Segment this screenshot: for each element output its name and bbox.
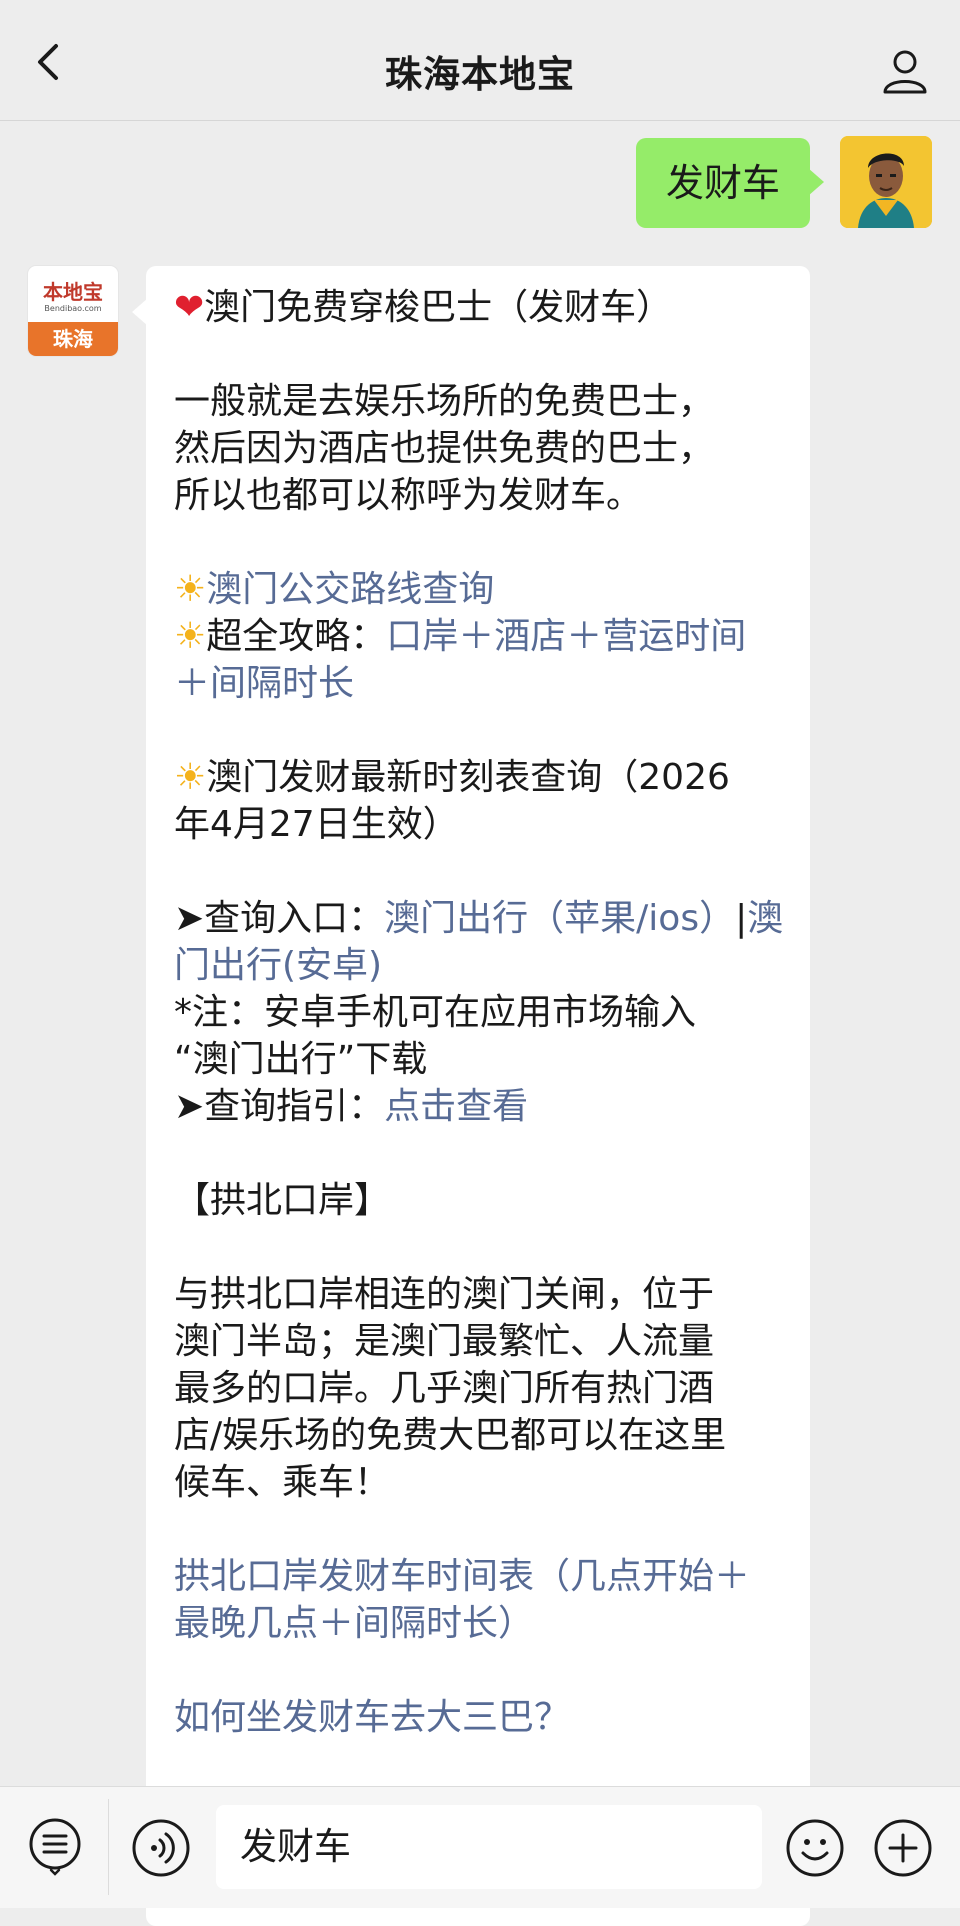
desc-line-2: 澳门半岛；是澳门最繁忙、人流量 — [174, 1321, 715, 1362]
schedule-line-1: ☀澳门发财最新时刻表查询（2026 — [174, 754, 794, 801]
desc-line-1: 与拱北口岸相连的澳门关闸，位于 — [174, 1274, 715, 1315]
plus-icon[interactable] — [872, 1817, 934, 1879]
section-title: 【拱北口岸】 — [174, 1180, 391, 1221]
reply-message-bubble: ❤澳门免费穿梭巴士（发财车） 一般就是去娱乐场所的免费巴士， 然后因为酒店也提供… — [132, 266, 810, 1926]
macau-travel-android-link[interactable]: 澳 — [747, 898, 783, 939]
reply-title: 澳门免费穿梭巴士（发财车） — [204, 287, 673, 328]
entry-separator: | — [735, 898, 748, 939]
entry-label: ➤查询入口： — [174, 898, 385, 939]
guide-link[interactable]: 口岸＋酒店＋营运时间 — [386, 616, 746, 657]
gongbei-timetable-link[interactable]: 拱北口岸发财车时间表（几点开始＋ — [174, 1556, 750, 1597]
schedule-text-1: 澳门发财最新时刻表查询（2026 — [206, 757, 730, 798]
guide-label: 超全攻略： — [206, 616, 387, 657]
official-account-avatar[interactable]: 本地宝 Bendibao.com 珠海 — [28, 266, 118, 356]
user-avatar-illustration — [840, 136, 932, 228]
page-title: 珠海本地宝 — [385, 53, 575, 96]
input-bar: 发财车 — [0, 1786, 960, 1908]
sun-icon: ☀ — [174, 757, 207, 798]
user-avatar[interactable] — [840, 136, 932, 228]
entry-line-cont: 门出行(安卓) — [174, 942, 794, 989]
gongbei-timetable-link-cont[interactable]: 最晚几点＋间隔时长） — [174, 1603, 534, 1644]
entry-line: ➤查询入口：澳门出行（苹果/ios）|澳 — [174, 895, 794, 942]
timetable-line-2: 最晚几点＋间隔时长） — [174, 1600, 794, 1647]
sanba-line: 如何坐发财车去大三巴？ — [174, 1694, 794, 1741]
guide-line-cont: ＋间隔时长 — [174, 660, 794, 707]
macau-travel-android-link-cont[interactable]: 门出行(安卓) — [174, 945, 382, 986]
message-input-value: 发财车 — [240, 1825, 351, 1868]
bus-route-query-link[interactable]: 澳门公交路线查询 — [206, 569, 494, 610]
avatar-logo-city: 珠海 — [28, 322, 118, 356]
note-line-1: *注：安卓手机可在应用市场输入 — [174, 992, 697, 1033]
reply-message-content: ❤澳门免费穿梭巴士（发财车） 一般就是去娱乐场所的免费巴士， 然后因为酒店也提供… — [174, 284, 794, 1741]
bus-query-line: ☀澳门公交路线查询 — [174, 566, 794, 613]
top-bar: 珠海本地宝 — [0, 0, 960, 121]
menu-list-icon[interactable] — [24, 1815, 86, 1877]
guide2-line: ➤查询指引：点击查看 — [174, 1083, 794, 1130]
voice-icon[interactable] — [130, 1817, 192, 1879]
timetable-line-1: 拱北口岸发财车时间表（几点开始＋ — [174, 1553, 794, 1600]
guide-link-cont[interactable]: ＋间隔时长 — [174, 663, 354, 704]
macau-travel-ios-link[interactable]: 澳门出行（苹果/ios） — [384, 898, 735, 939]
desc-line-4: 店/娱乐场的免费大巴都可以在这里 — [174, 1415, 727, 1456]
sun-icon: ☀ — [174, 616, 207, 657]
desc-line-5: 候车、乘车！ — [174, 1462, 391, 1503]
heart-icon: ❤ — [174, 287, 205, 328]
click-to-view-link[interactable]: 点击查看 — [384, 1086, 528, 1127]
note-line-2: “澳门出行”下载 — [174, 1039, 428, 1080]
emoji-icon[interactable] — [784, 1817, 846, 1879]
input-bar-divider — [108, 1799, 109, 1895]
intro-line-2: 然后因为酒店也提供免费的巴士， — [174, 428, 715, 469]
reply-title-line: ❤澳门免费穿梭巴士（发财车） — [174, 284, 794, 331]
intro-line-1: 一般就是去娱乐场所的免费巴士， — [174, 381, 715, 422]
user-icon[interactable] — [880, 46, 930, 96]
schedule-line-2: 年4月27日生效） — [174, 804, 459, 845]
avatar-logo-domain: Bendibao.com — [44, 304, 102, 313]
intro-line-3: 所以也都可以称呼为发财车。 — [174, 475, 643, 516]
sanba-link[interactable]: 如何坐发财车去大三巴？ — [174, 1697, 570, 1738]
avatar-logo-text: 本地宝 — [43, 280, 103, 304]
sent-message-bubble[interactable]: 发财车 — [635, 138, 825, 228]
message-input[interactable]: 发财车 — [216, 1805, 762, 1889]
desc-line-3: 最多的口岸。几乎澳门所有热门酒 — [174, 1368, 715, 1409]
sun-icon: ☀ — [174, 569, 207, 610]
guide-line: ☀超全攻略：口岸＋酒店＋营运时间 — [174, 613, 794, 660]
guide2-label: ➤查询指引： — [174, 1086, 385, 1127]
